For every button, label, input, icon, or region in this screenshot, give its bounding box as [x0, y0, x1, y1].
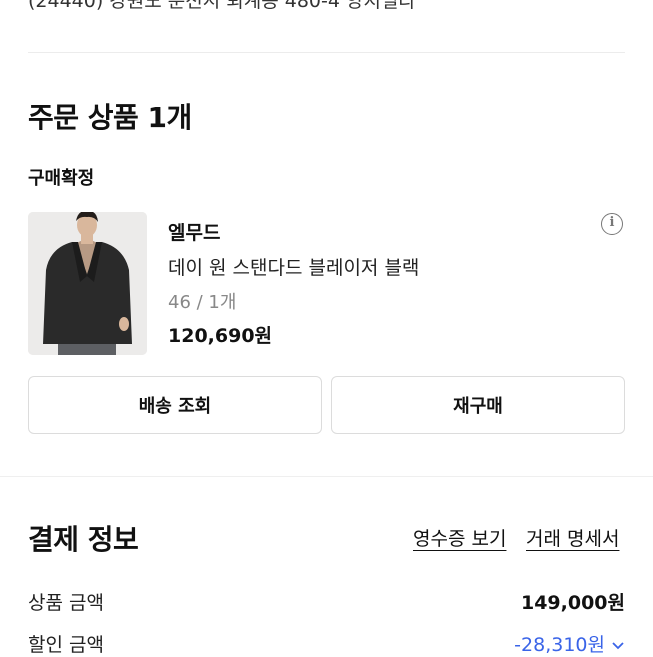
product-thumbnail[interactable] — [28, 212, 147, 355]
order-status: 구매확정 — [28, 168, 95, 189]
product-image — [28, 212, 147, 355]
product-amount-label: 상품 금액 — [28, 592, 104, 614]
product-name[interactable]: 데이 원 스탠다드 블레이저 블랙 — [168, 253, 419, 280]
transaction-statement-link[interactable]: 거래 명세서 — [526, 524, 619, 551]
payment-info-title: 결제 정보 — [28, 523, 139, 556]
product-price: 120,690원 — [168, 325, 273, 347]
order-items-title: 주문 상품 1개 — [28, 101, 192, 134]
view-receipt-link[interactable]: 영수증 보기 — [413, 524, 506, 551]
shipping-address: (24440) 강원도 춘천시 퇴계동 480-4 양지빌라 — [28, 0, 416, 12]
section-divider — [0, 476, 653, 477]
track-shipping-button[interactable]: 배송 조회 — [28, 376, 322, 434]
chevron-down-icon — [612, 641, 624, 649]
product-brand[interactable]: 엘무드 — [168, 218, 220, 245]
reorder-button[interactable]: 재구매 — [331, 376, 625, 434]
divider — [28, 52, 625, 53]
info-icon[interactable]: i — [601, 213, 623, 235]
product-option: 46 / 1개 — [168, 292, 237, 313]
product-amount-value: 149,000원 — [520, 592, 625, 614]
